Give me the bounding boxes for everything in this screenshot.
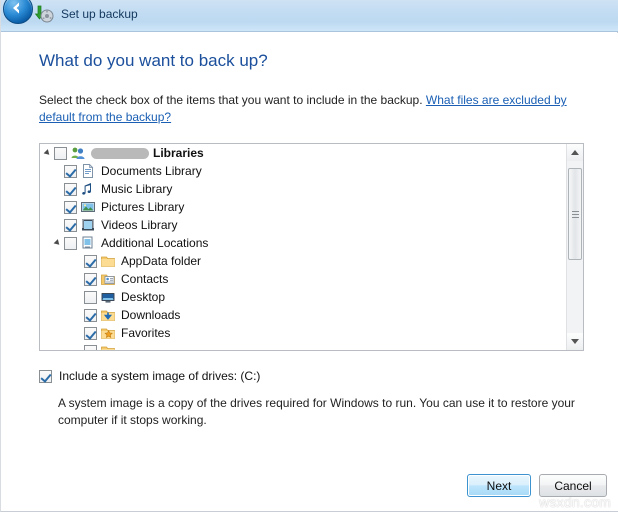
next-button[interactable]: Next <box>467 474 531 497</box>
tree-row[interactable]: Libraries <box>40 144 567 162</box>
row-checkbox[interactable] <box>64 182 77 196</box>
folder-icon <box>100 253 116 269</box>
favorites-folder-icon <box>100 325 116 341</box>
tree-row[interactable]: Pictures Library <box>40 198 567 216</box>
tree-row-label: Documents Library <box>101 164 202 178</box>
tree-row-label: Downloads <box>121 308 181 322</box>
additional-locations-icon <box>80 235 96 251</box>
tree-row-label: Videos Library <box>101 218 178 232</box>
row-checkbox[interactable] <box>84 308 97 322</box>
tree-row[interactable] <box>40 342 567 350</box>
row-checkbox[interactable] <box>64 236 77 250</box>
tree-row-label: Pictures Library <box>101 200 185 214</box>
expand-triangle-icon[interactable] <box>40 144 54 162</box>
system-image-checkbox[interactable] <box>39 369 52 383</box>
picture-icon <box>80 199 96 215</box>
system-image-description: A system image is a copy of the drives r… <box>58 396 575 427</box>
page-title: What do you want to back up? <box>39 51 268 70</box>
tree-row[interactable]: Videos Library <box>40 216 567 234</box>
tree-rows-container: Libraries Documents Library Music Librar… <box>40 144 567 350</box>
row-checkbox[interactable] <box>84 326 97 340</box>
scroll-up-icon[interactable] <box>567 144 583 161</box>
tree-row[interactable]: Favorites <box>40 324 567 342</box>
row-checkbox[interactable] <box>84 344 97 350</box>
folder-icon <box>100 343 116 350</box>
row-checkbox[interactable] <box>84 290 97 304</box>
setup-backup-window: Set up backup What do you want to back u… <box>0 0 618 512</box>
users-libraries-icon <box>70 145 86 161</box>
back-arrow-icon[interactable] <box>3 0 33 24</box>
tree-row-label: Libraries <box>153 146 204 160</box>
row-checkbox[interactable] <box>64 164 77 178</box>
tree-row[interactable]: Documents Library <box>40 162 567 180</box>
backup-items-tree[interactable]: Libraries Documents Library Music Librar… <box>39 143 584 351</box>
instruction-text: Select the check box of the items that y… <box>39 92 571 126</box>
instruction-sentence: Select the check box of the items that y… <box>39 93 426 107</box>
backup-icon <box>33 3 55 25</box>
expand-triangle-icon[interactable] <box>50 234 64 252</box>
window-title: Set up backup <box>61 7 138 21</box>
tree-row-label: Favorites <box>121 326 171 340</box>
desktop-monitor-icon <box>100 289 116 305</box>
tree-row-label: Contacts <box>121 272 169 286</box>
footer-bar: Next Cancel wsxdn.com <box>1 467 617 511</box>
scroll-down-icon[interactable] <box>567 333 583 350</box>
downloads-folder-icon <box>100 307 116 323</box>
cancel-button[interactable]: Cancel <box>539 474 607 497</box>
title-bar: Set up backup <box>1 0 618 32</box>
tree-row-label: Additional Locations <box>101 236 209 250</box>
tree-row[interactable]: Desktop <box>40 288 567 306</box>
system-image-label: Include a system image of drives: (C:) <box>59 369 261 383</box>
row-checkbox[interactable] <box>84 254 97 268</box>
scrollbar-thumb[interactable] <box>568 168 582 260</box>
tree-row-label: AppData folder <box>121 254 202 268</box>
scrollbar-grip-icon <box>572 211 579 218</box>
video-film-icon <box>80 217 96 233</box>
tree-vertical-scrollbar[interactable] <box>566 144 583 350</box>
tree-row[interactable]: Additional Locations <box>40 234 567 252</box>
row-checkbox[interactable] <box>84 272 97 286</box>
contacts-folder-icon <box>100 271 116 287</box>
music-note-icon <box>80 181 96 197</box>
tree-row[interactable]: Downloads <box>40 306 567 324</box>
tree-row-label: Music Library <box>101 182 173 196</box>
row-checkbox[interactable] <box>54 146 67 160</box>
document-icon <box>80 163 96 179</box>
tree-row[interactable]: Contacts <box>40 270 567 288</box>
system-image-option[interactable]: Include a system image of drives: (C:) <box>39 369 260 383</box>
back-arrow-glyph <box>13 2 19 14</box>
tree-row[interactable]: Music Library <box>40 180 567 198</box>
tree-row-label: Desktop <box>121 290 166 304</box>
redacted-username <box>91 147 149 159</box>
row-checkbox[interactable] <box>64 200 77 214</box>
tree-row[interactable]: AppData folder <box>40 252 567 270</box>
wizard-content: What do you want to back up? Select the … <box>1 33 618 511</box>
row-checkbox[interactable] <box>64 218 77 232</box>
